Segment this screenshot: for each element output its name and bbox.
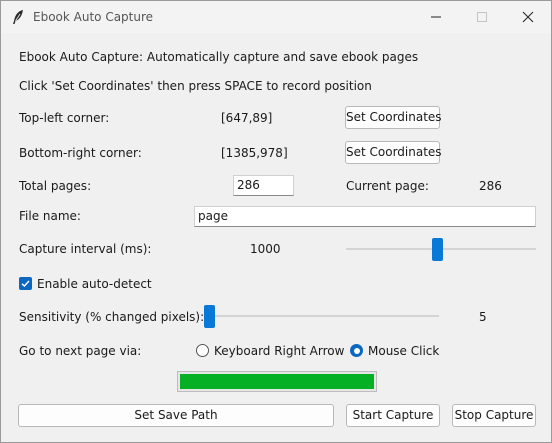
stop-capture-button[interactable]: Stop Capture [452, 404, 536, 427]
set-top-left-button[interactable]: Set Coordinates [345, 106, 442, 129]
title-bar[interactable]: Ebook Auto Capture [1, 1, 551, 33]
bottom-right-value: [1385,978] [221, 146, 288, 160]
top-left-value: [647,89] [221, 111, 273, 125]
file-name-input[interactable]: page [194, 206, 536, 227]
radio-mouse-click[interactable] [350, 344, 363, 357]
sensitivity-label: Sensitivity (% changed pixels): [19, 310, 205, 324]
capture-progress-fill [180, 374, 374, 389]
current-page-value: 286 [479, 179, 502, 193]
maximize-button[interactable] [459, 1, 505, 33]
total-pages-input[interactable]: 286 [233, 175, 294, 196]
set-bottom-right-button[interactable]: Set Coordinates [345, 141, 442, 164]
total-pages-label: Total pages: [19, 179, 92, 193]
capture-interval-value: 1000 [250, 242, 281, 256]
current-page-label: Current page: [346, 179, 429, 193]
next-page-method-label: Go to next page via: [19, 344, 142, 358]
window-title: Ebook Auto Capture [33, 10, 154, 24]
app-window: Ebook Auto Capture Ebook Auto Capture: A… [0, 0, 552, 443]
sensitivity-value: 5 [479, 310, 487, 324]
auto-detect-checkbox[interactable] [19, 277, 32, 290]
close-button[interactable] [505, 1, 551, 33]
radio-keyboard-right-arrow-label[interactable]: Keyboard Right Arrow [214, 343, 344, 359]
radio-mouse-click-label[interactable]: Mouse Click [368, 343, 439, 359]
capture-interval-label: Capture interval (ms): [19, 242, 152, 256]
start-capture-button[interactable]: Start Capture [346, 404, 440, 427]
file-name-label: File name: [19, 209, 81, 223]
feather-icon [11, 9, 25, 25]
sensitivity-slider-track[interactable] [204, 315, 439, 317]
capture-progress-bar [177, 371, 377, 392]
app-description: Ebook Auto Capture: Automatically captur… [19, 50, 419, 64]
bottom-right-label: Bottom-right corner: [19, 146, 142, 160]
set-save-path-button[interactable]: Set Save Path [18, 404, 334, 427]
minimize-button[interactable] [413, 1, 459, 33]
instructions-text: Click 'Set Coordinates' then press SPACE… [19, 79, 372, 93]
auto-detect-label[interactable]: Enable auto-detect [37, 276, 152, 292]
capture-interval-slider-thumb[interactable] [432, 238, 443, 261]
radio-keyboard-right-arrow[interactable] [196, 344, 209, 357]
top-left-label: Top-left corner: [19, 111, 110, 125]
sensitivity-slider-thumb[interactable] [204, 305, 215, 328]
